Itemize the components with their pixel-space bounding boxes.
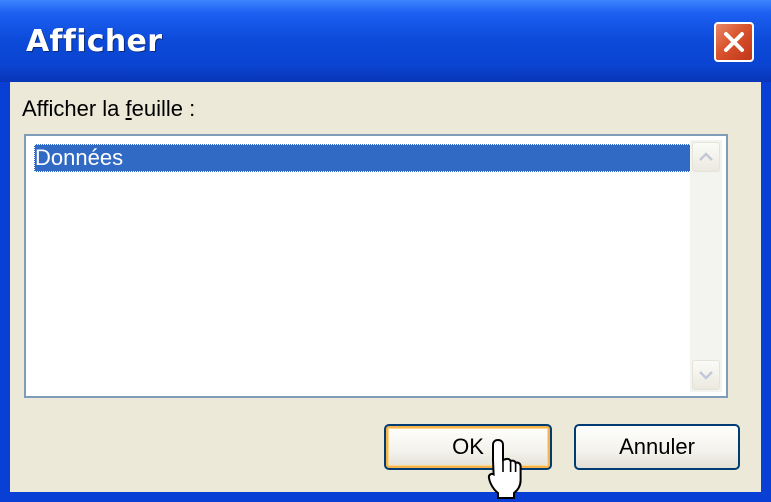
label-text-end: euille : bbox=[131, 96, 196, 121]
list-item-donnees[interactable]: Données bbox=[34, 144, 692, 172]
ok-button[interactable]: OK bbox=[384, 424, 552, 470]
vertical-scrollbar[interactable] bbox=[690, 140, 722, 392]
scroll-up-arrow-icon bbox=[699, 152, 713, 161]
mouse-pointer-icon bbox=[487, 438, 522, 499]
close-button[interactable] bbox=[714, 22, 754, 62]
title-bar[interactable]: Afficher bbox=[0, 0, 771, 82]
close-x-icon bbox=[724, 32, 744, 52]
sheet-listbox[interactable]: Données bbox=[24, 134, 728, 398]
scroll-down-button[interactable] bbox=[692, 360, 720, 390]
sheet-list-label: Afficher la feuille : bbox=[22, 96, 195, 122]
scroll-down-arrow-icon bbox=[699, 371, 713, 380]
window-title: Afficher bbox=[26, 24, 163, 59]
label-text-start: Afficher la bbox=[22, 96, 126, 121]
cancel-button[interactable]: Annuler bbox=[574, 424, 740, 470]
scroll-up-button[interactable] bbox=[692, 142, 720, 172]
